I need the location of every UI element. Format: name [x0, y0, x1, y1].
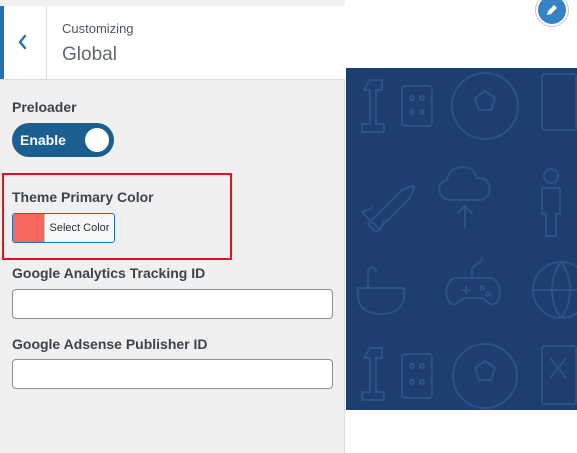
section-title: Global [62, 44, 117, 65]
analytics-id-input[interactable] [12, 289, 333, 319]
select-color-button[interactable]: Select Color [12, 213, 115, 243]
section-header: Customizing Global [0, 6, 345, 80]
preloader-toggle-text: Enable [20, 132, 66, 148]
site-preview [346, 0, 577, 453]
pencil-icon [547, 5, 557, 15]
analytics-label: Google Analytics Tracking ID [12, 265, 206, 281]
toggle-knob [85, 128, 109, 152]
adsense-label: Google Adsense Publisher ID [12, 336, 208, 352]
color-swatch [13, 214, 44, 242]
select-color-text: Select Color [44, 214, 114, 242]
customizing-label: Customizing [62, 21, 134, 36]
theme-color-label: Theme Primary Color [12, 189, 154, 205]
preloader-toggle[interactable]: Enable [12, 123, 114, 157]
customizer-sidebar: Customizing Global Preloader Enable Them… [0, 0, 345, 453]
back-button[interactable] [0, 6, 47, 79]
pattern-icons [357, 72, 577, 409]
hero-background [346, 68, 577, 410]
adsense-id-input[interactable] [12, 359, 333, 389]
chevron-left-icon [18, 34, 27, 50]
preloader-label: Preloader [12, 99, 77, 115]
